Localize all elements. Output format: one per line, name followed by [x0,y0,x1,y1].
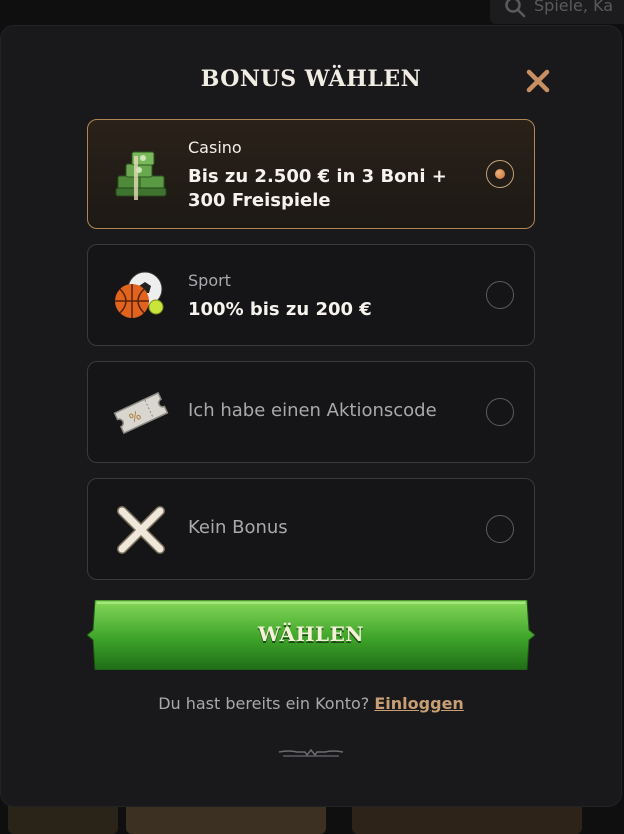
radio-button[interactable] [486,398,514,426]
option-category: Casino [188,138,242,157]
option-category: Sport [188,271,231,290]
background-search-bar: Spiele, Ka [490,0,624,24]
option-label: Ich habe einen Aktionscode [188,400,437,421]
choose-button-label: WÄHLEN [257,622,365,646]
sports-balls-icon [115,271,164,318]
ornament-divider-icon [278,748,344,757]
option-title: Bis zu 2.500 € in 3 Boni + 300 Freispiel… [188,166,447,211]
search-placeholder: Spiele, Ka [534,0,614,15]
ticket-icon: % [113,391,169,435]
choose-button[interactable]: WÄHLEN [87,600,535,670]
bonus-option-sport[interactable]: Sport 100% bis zu 200 € [87,244,535,346]
login-link[interactable]: Einloggen [374,694,463,713]
login-prompt-text: Du hast bereits ein Konto? [158,694,370,713]
bonus-option-casino[interactable]: Casino Bis zu 2.500 € in 3 Boni + 300 Fr… [87,119,535,229]
cross-icon [117,506,165,554]
bonus-option-promo-code[interactable]: % Ich habe einen Aktionscode [87,361,535,463]
close-icon[interactable] [525,68,551,94]
bonus-option-none[interactable]: Kein Bonus [87,478,535,580]
option-title: 100% bis zu 200 € [188,299,372,320]
search-icon [505,0,526,18]
bonus-modal: BONUS WÄHLEN Casino Bis zu 2.500 € in 3 … [0,25,622,807]
radio-button[interactable] [486,281,514,309]
login-prompt-row: Du hast bereits ein Konto? Einloggen [1,694,621,713]
money-stack-icon [115,151,167,200]
option-label: Kein Bonus [188,517,288,538]
radio-button[interactable] [486,515,514,543]
radio-button-selected[interactable] [486,160,514,188]
